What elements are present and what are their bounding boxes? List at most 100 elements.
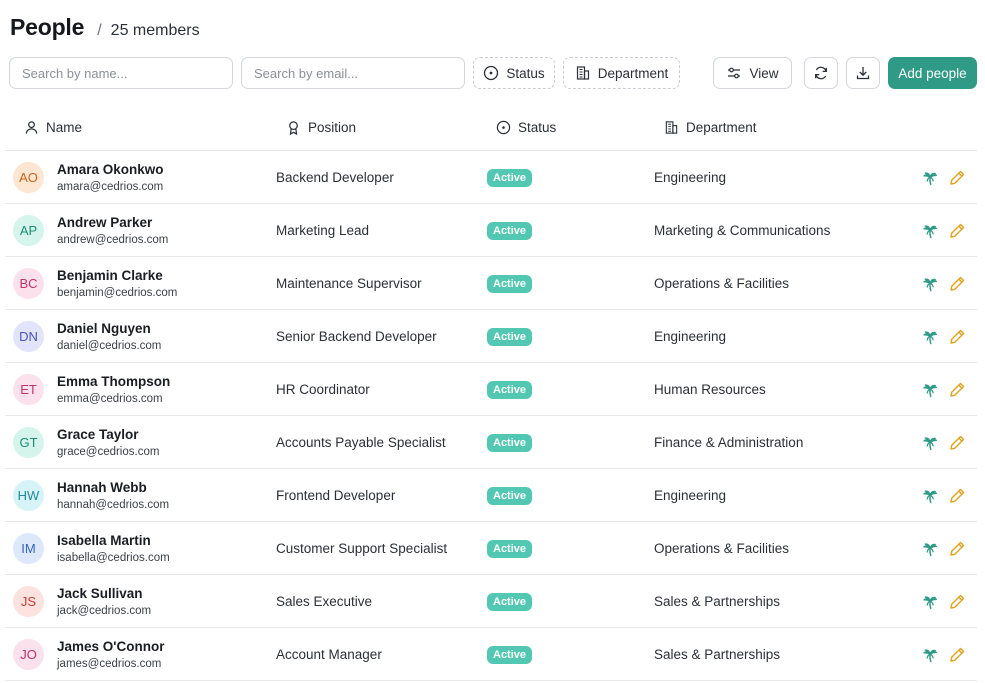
person-name[interactable]: Isabella Martin	[57, 533, 151, 548]
avatar-initials: JS	[20, 594, 37, 609]
person-department: Engineering	[654, 170, 727, 185]
avatar: ET	[13, 374, 44, 405]
table-row[interactable]: BC Benjamin Clarke benjamin@cedrios.com …	[5, 257, 977, 310]
table-row[interactable]: ET Emma Thompson emma@cedrios.com HR Coo…	[5, 363, 977, 416]
person-position: Marketing Lead	[276, 223, 370, 238]
table-row[interactable]: DN Daniel Nguyen daniel@cedrios.com Seni…	[5, 310, 977, 363]
column-department-label: Department	[686, 119, 757, 135]
person-position: Account Manager	[276, 647, 382, 662]
palm-tree-icon[interactable]	[922, 381, 939, 398]
person-department: Operations & Facilities	[654, 276, 790, 291]
person-email: jack@cedrios.com	[57, 605, 152, 617]
palm-tree-icon[interactable]	[922, 169, 939, 186]
add-people-button[interactable]: Add people	[888, 57, 977, 89]
member-count: 25 members	[110, 22, 200, 39]
column-name-label: Name	[46, 119, 83, 135]
palm-tree-icon[interactable]	[922, 328, 939, 345]
pencil-icon[interactable]	[949, 381, 966, 398]
table-row[interactable]: JO James O'Connor james@cedrios.com Acco…	[5, 628, 977, 681]
department-filter-button[interactable]: Department	[563, 57, 680, 89]
person-name[interactable]: Andrew Parker	[57, 215, 152, 230]
person-email: andrew@cedrios.com	[57, 234, 169, 246]
person-name[interactable]: Daniel Nguyen	[57, 321, 151, 336]
avatar: DN	[13, 321, 44, 352]
pencil-icon[interactable]	[949, 540, 966, 557]
person-name[interactable]: Grace Taylor	[57, 427, 139, 442]
palm-tree-icon[interactable]	[922, 646, 939, 663]
person-department: Finance & Administration	[654, 435, 804, 450]
pencil-icon[interactable]	[949, 328, 966, 345]
column-position[interactable]: Position	[286, 103, 356, 151]
status-cell: Active	[487, 257, 533, 310]
refresh-icon	[813, 65, 829, 81]
department-filter-label: Department	[597, 65, 669, 81]
download-icon	[855, 65, 871, 81]
person-department: Sales & Partnerships	[654, 594, 781, 609]
person-name[interactable]: Amara Okonkwo	[57, 162, 164, 177]
palm-tree-icon[interactable]	[922, 434, 939, 451]
status-filter-label: Status	[506, 65, 545, 81]
search-email-input[interactable]	[241, 57, 465, 89]
palm-tree-icon[interactable]	[922, 540, 939, 557]
pencil-icon[interactable]	[949, 222, 966, 239]
table-row[interactable]: GT Grace Taylor grace@cedrios.com Accoun…	[5, 416, 977, 469]
status-badge: Active	[487, 168, 533, 187]
page-header: People / 25 members	[10, 14, 200, 41]
status-badge: Active	[487, 539, 533, 558]
building-icon	[575, 65, 591, 81]
person-email: isabella@cedrios.com	[57, 552, 170, 564]
person-name[interactable]: James O'Connor	[57, 639, 165, 654]
table-row[interactable]: JS Jack Sullivan jack@cedrios.com Sales …	[5, 575, 977, 628]
status-badge: Active	[487, 592, 533, 611]
palm-tree-icon[interactable]	[922, 275, 939, 292]
pencil-icon[interactable]	[949, 646, 966, 663]
pencil-icon[interactable]	[949, 487, 966, 504]
person-name[interactable]: Jack Sullivan	[57, 586, 143, 601]
table-row[interactable]: IM Isabella Martin isabella@cedrios.com …	[5, 522, 977, 575]
row-actions	[922, 275, 966, 292]
person-department: Engineering	[654, 329, 727, 344]
search-name-input[interactable]	[9, 57, 233, 89]
person-name[interactable]: Benjamin Clarke	[57, 268, 163, 283]
row-actions	[922, 540, 966, 557]
palm-tree-icon[interactable]	[922, 222, 939, 239]
status-cell: Active	[487, 363, 533, 416]
table-row[interactable]: AP Andrew Parker andrew@cedrios.com Mark…	[5, 204, 977, 257]
person-position: Sales Executive	[276, 594, 373, 609]
person-name[interactable]: Emma Thompson	[57, 374, 170, 389]
table-body: AO Amara Okonkwo amara@cedrios.com Backe…	[5, 151, 977, 681]
pencil-icon[interactable]	[949, 434, 966, 451]
column-status[interactable]: Status	[496, 103, 556, 151]
person-position: Customer Support Specialist	[276, 541, 448, 556]
refresh-button[interactable]	[804, 57, 838, 89]
table-row[interactable]: AO Amara Okonkwo amara@cedrios.com Backe…	[5, 151, 977, 204]
status-cell: Active	[487, 628, 533, 681]
user-icon	[24, 120, 39, 135]
pencil-icon[interactable]	[949, 593, 966, 610]
status-cell: Active	[487, 469, 533, 522]
palm-tree-icon[interactable]	[922, 487, 939, 504]
status-badge: Active	[487, 486, 533, 505]
status-filter-button[interactable]: Status	[473, 57, 555, 89]
person-name[interactable]: Hannah Webb	[57, 480, 147, 495]
person-email: emma@cedrios.com	[57, 393, 163, 405]
pencil-icon[interactable]	[949, 169, 966, 186]
status-badge: Active	[487, 433, 533, 452]
pencil-icon[interactable]	[949, 275, 966, 292]
avatar: GT	[13, 427, 44, 458]
column-department[interactable]: Department	[664, 103, 757, 151]
person-email: grace@cedrios.com	[57, 446, 160, 458]
status-badge: Active	[487, 327, 533, 346]
table-row[interactable]: HW Hannah Webb hannah@cedrios.com Fronte…	[5, 469, 977, 522]
person-email: daniel@cedrios.com	[57, 340, 162, 352]
palm-tree-icon[interactable]	[922, 593, 939, 610]
view-button[interactable]: View	[713, 57, 792, 89]
column-name[interactable]: Name	[24, 103, 82, 151]
plus-circle-icon	[483, 65, 499, 81]
toolbar: Status Department View Add people	[9, 57, 977, 89]
download-button[interactable]	[846, 57, 880, 89]
circle-dot-icon	[496, 120, 511, 135]
person-position: Frontend Developer	[276, 488, 396, 503]
award-icon	[286, 120, 301, 135]
person-department: Sales & Partnerships	[654, 647, 781, 662]
